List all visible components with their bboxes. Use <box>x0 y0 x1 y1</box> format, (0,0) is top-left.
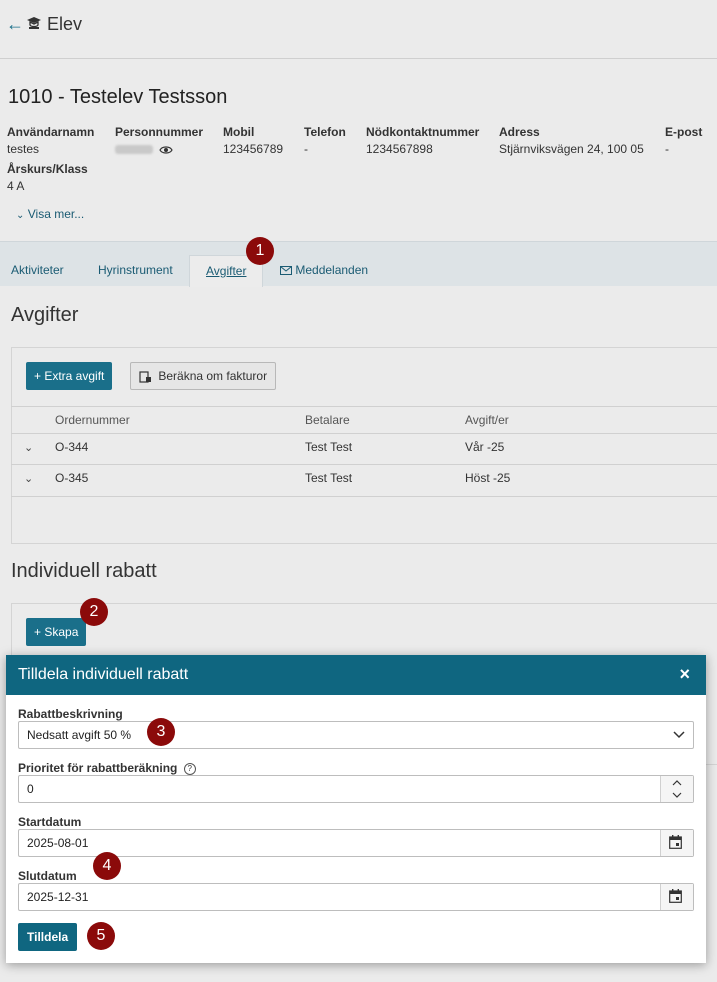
personnummer-label: Personnummer <box>115 125 204 139</box>
calendar-icon <box>669 889 682 903</box>
envelope-icon <box>280 266 292 276</box>
modal-title: Tilldela individuell rabatt <box>18 666 189 683</box>
username-label: Användarnamn <box>7 125 95 139</box>
stepper-down-icon[interactable] <box>672 792 682 798</box>
start-date-input[interactable]: 2025-08-01 <box>18 829 694 857</box>
avgifter-panel <box>11 347 717 544</box>
table-cell-payer: Test Test <box>305 440 353 454</box>
divider <box>11 433 717 434</box>
show-more-link[interactable]: ⌄ Visa mer... <box>16 207 84 221</box>
description-label: Rabattbeskrivning <box>18 707 123 721</box>
end-date-value: 2025-12-31 <box>27 890 89 904</box>
close-icon[interactable]: × <box>679 664 690 685</box>
priority-label-text: Prioritet för rabattberäkning <box>18 761 178 775</box>
tab-aktiviteter[interactable]: Aktiviteter <box>11 255 64 286</box>
back-arrow-icon[interactable]: ← <box>6 14 24 35</box>
epost-label: E-post <box>665 125 703 139</box>
telefon-label: Telefon <box>304 125 346 139</box>
description-select[interactable]: Nedsatt avgift 50 % <box>18 721 694 749</box>
student-icon <box>27 17 41 29</box>
table-cell-order: O-345 <box>55 471 89 485</box>
telefon-field: Telefon - <box>304 125 346 156</box>
divider <box>11 406 717 407</box>
start-date-label: Startdatum <box>18 815 82 829</box>
epost-value: - <box>665 142 669 156</box>
rabatt-heading: Individuell rabatt <box>11 560 157 582</box>
nodkontakt-value: 1234567898 <box>366 142 433 156</box>
chevron-down-icon <box>673 731 685 739</box>
expand-row-icon[interactable]: ⌄ <box>24 441 33 454</box>
step-marker-2: 2 <box>80 598 108 626</box>
top-bar: ← Elev <box>0 0 717 59</box>
description-value: Nedsatt avgift 50 % <box>27 728 132 742</box>
end-date-input[interactable]: 2025-12-31 <box>18 883 694 911</box>
start-date-value: 2025-08-01 <box>27 836 89 850</box>
personnummer-field: Personnummer <box>115 125 203 156</box>
extra-fee-button[interactable]: + Extra avgift <box>26 362 113 390</box>
recalc-invoices-button[interactable]: Beräkna om fakturor <box>130 362 277 390</box>
column-header-fee: Avgift/er <box>465 413 509 427</box>
end-date-label: Slutdatum <box>18 869 77 883</box>
arskurs-value: 4 A <box>7 179 25 193</box>
mobil-field: Mobil 123456789 <box>223 125 283 156</box>
step-marker-3: 3 <box>147 718 175 746</box>
tab-bar: Aktiviteter Hyrinstrument Avgifter Medde… <box>0 241 717 287</box>
username-value: testes <box>7 142 40 156</box>
nodkontakt-label: Nödkontaktnummer <box>366 125 480 139</box>
assign-discount-modal: Tilldela individuell rabatt × Rabattbesk… <box>6 655 706 963</box>
modal-header: Tilldela individuell rabatt × <box>6 655 706 695</box>
hidden-personnummer <box>115 145 153 155</box>
adress-label: Adress <box>499 125 540 139</box>
priority-input[interactable]: 0 <box>18 775 694 803</box>
tab-hyrinstrument[interactable]: Hyrinstrument <box>98 255 173 286</box>
assign-button[interactable]: Tilldela <box>18 923 78 951</box>
username-field: Användarnamn testes <box>7 125 94 156</box>
chevron-down-icon: ⌄ <box>16 210 25 221</box>
column-header-payer: Betalare <box>305 413 350 427</box>
epost-field: E-post - <box>665 125 702 156</box>
show-more-label: Visa mer... <box>27 207 85 221</box>
invoice-icon <box>139 371 151 383</box>
avgifter-heading: Avgifter <box>11 304 79 326</box>
adress-field: Adress Stjärnviksvägen 24, 100 05 <box>499 125 644 156</box>
arskurs-field: Årskurs/Klass 4 A <box>7 162 88 193</box>
mobil-label: Mobil <box>223 125 255 139</box>
calendar-button[interactable] <box>660 830 693 856</box>
arskurs-label: Årskurs/Klass <box>7 162 88 176</box>
expand-row-icon[interactable]: ⌄ <box>24 472 33 485</box>
step-marker-4: 4 <box>93 852 121 880</box>
tab-meddelanden[interactable]: Meddelanden <box>280 255 368 286</box>
nodkontakt-field: Nödkontaktnummer 1234567898 <box>366 125 479 156</box>
eye-icon[interactable] <box>159 145 174 155</box>
telefon-value: - <box>304 142 308 156</box>
calendar-button[interactable] <box>660 884 693 910</box>
table-cell-payer: Test Test <box>305 471 353 485</box>
calendar-icon <box>669 835 682 849</box>
student-name-heading: 1010 - Testelev Testsson <box>8 86 228 108</box>
priority-label: Prioritet för rabattberäkning ? <box>18 761 196 775</box>
column-header-order: Ordernummer <box>55 413 130 427</box>
page-title: Elev <box>47 14 83 34</box>
create-rabatt-button[interactable]: + Skapa <box>26 618 87 646</box>
tab-meddelanden-label: Meddelanden <box>295 263 369 277</box>
divider <box>11 464 717 465</box>
mobil-value: 123456789 <box>223 142 284 156</box>
table-cell-fee: Höst -25 <box>465 471 511 485</box>
adress-value: Stjärnviksvägen 24, 100 05 <box>499 142 644 156</box>
number-stepper[interactable] <box>660 776 693 802</box>
stepper-up-icon[interactable] <box>672 780 682 786</box>
table-cell-fee: Vår -25 <box>465 440 505 454</box>
help-icon[interactable]: ? <box>183 762 196 775</box>
step-marker-5: 5 <box>87 922 115 950</box>
step-marker-1: 1 <box>246 237 274 265</box>
priority-value: 0 <box>27 782 34 796</box>
recalc-label: Beräkna om fakturor <box>158 369 268 383</box>
table-cell-order: O-344 <box>55 440 89 454</box>
divider <box>11 496 717 497</box>
